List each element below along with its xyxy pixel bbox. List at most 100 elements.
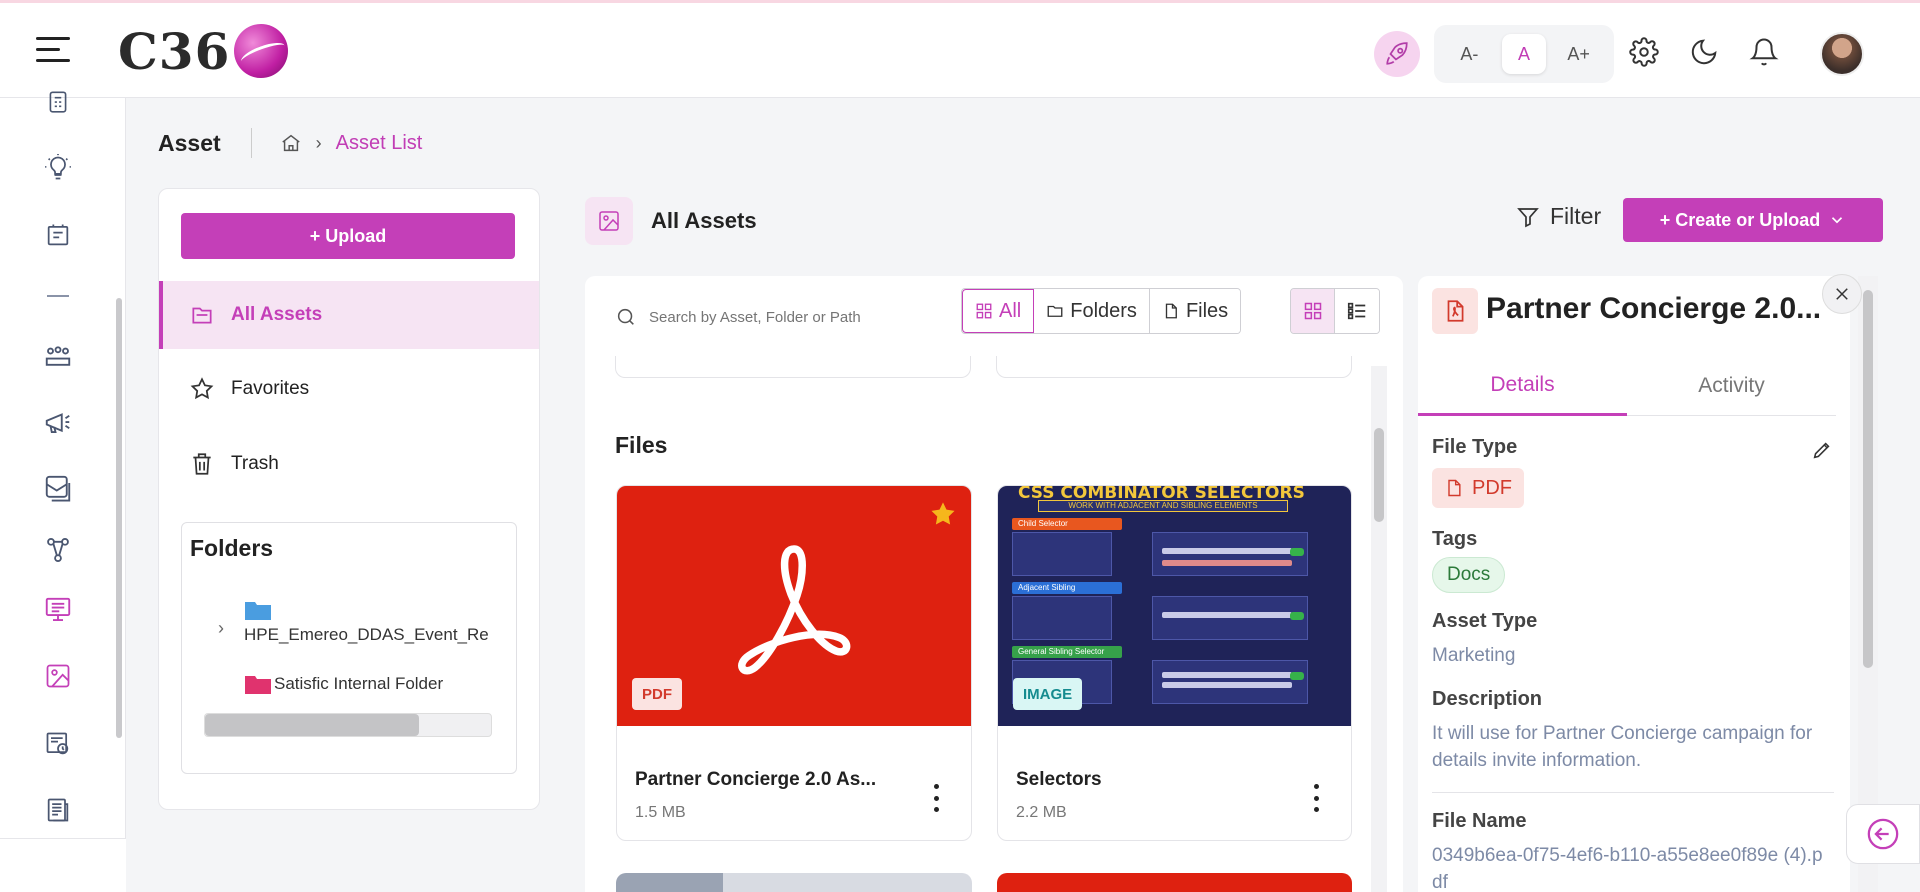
- filter-all-label: All: [999, 299, 1022, 322]
- menu-toggle-icon[interactable]: [36, 37, 70, 67]
- file-name-label: File Name: [1432, 810, 1527, 832]
- section-title: All Assets: [651, 208, 757, 233]
- file-card-pdf[interactable]: PDF Partner Concierge 2.0 As... 1.5 MB: [616, 485, 972, 841]
- thumbnail-row-label: Adjacent Sibling: [1012, 582, 1122, 594]
- page-title: Asset: [158, 129, 221, 156]
- nav-favorites[interactable]: Favorites: [159, 355, 539, 423]
- thumbnail-row: Child Selector: [1012, 518, 1308, 580]
- bell-icon[interactable]: [1748, 36, 1780, 68]
- favorite-star-icon[interactable]: [929, 500, 957, 533]
- sidebar-item-network[interactable]: [40, 532, 76, 568]
- nav-all-assets[interactable]: All Assets: [159, 281, 539, 349]
- breadcrumb: Asset › Asset List: [158, 126, 422, 160]
- filter-files-tab[interactable]: Files: [1149, 289, 1241, 333]
- font-size-controls: A- A A+: [1434, 25, 1614, 83]
- edit-pencil-icon[interactable]: [1808, 436, 1836, 464]
- trash-icon: [193, 453, 211, 475]
- grid-view-icon: [1304, 302, 1321, 320]
- file-name: Partner Concierge 2.0 As...: [635, 769, 877, 790]
- tab-details[interactable]: Details: [1418, 356, 1627, 416]
- font-increase-button[interactable]: A+: [1557, 34, 1601, 74]
- sidebar-item-presentations[interactable]: [40, 592, 76, 628]
- sidebar-item-announcements[interactable]: [40, 404, 76, 440]
- filter-folders-tab[interactable]: Folders: [1034, 289, 1150, 333]
- tab-activity[interactable]: Activity: [1627, 356, 1836, 416]
- sidebar-item-campaigns[interactable]: [40, 217, 76, 253]
- view-toggle: [1290, 288, 1380, 334]
- create-or-upload-button[interactable]: + Create or Upload: [1623, 198, 1883, 242]
- nav-trash-label: Trash: [231, 453, 279, 474]
- file-menu-icon[interactable]: [1311, 784, 1321, 812]
- folder-item[interactable]: Satisfic Internal Folder: [244, 673, 443, 695]
- font-default-button[interactable]: A: [1501, 34, 1546, 74]
- home-icon[interactable]: [280, 132, 302, 154]
- moon-icon[interactable]: [1688, 36, 1720, 68]
- logo[interactable]: C36: [118, 21, 289, 81]
- search-icon: [617, 308, 634, 325]
- folders-horizontal-scrollbar[interactable]: [204, 713, 492, 737]
- description-value: It will use for Partner Concierge campai…: [1432, 723, 1813, 771]
- list-view-button[interactable]: [1335, 289, 1379, 333]
- sidebar-item-documents[interactable]: [40, 792, 76, 828]
- sidebar-item-divider: [40, 278, 76, 314]
- filter-label: Filter: [1550, 203, 1602, 229]
- chevron-right-icon: ›: [315, 132, 322, 153]
- file-card-partial[interactable]: [997, 873, 1352, 892]
- upload-button[interactable]: + Upload: [181, 213, 515, 259]
- gear-icon[interactable]: [1628, 36, 1660, 68]
- thumbnail-row-label: Child Selector: [1012, 518, 1122, 530]
- tag-chip[interactable]: Docs: [1432, 557, 1506, 593]
- sidebar-item-ideas[interactable]: [40, 150, 76, 186]
- folder-name: HPE_Emereo_DDAS_Event_Re: [244, 625, 489, 644]
- file-card-image[interactable]: CSS COMBINATOR SELECTORS WORK WITH ADJAC…: [997, 485, 1352, 841]
- chevron-down-icon: [1832, 217, 1843, 224]
- tags-label: Tags: [1432, 528, 1478, 550]
- chevron-right-icon[interactable]: ›: [218, 618, 224, 639]
- thumbnail-row-label: General Sibling Selector: [1012, 646, 1122, 658]
- star-icon: [190, 377, 214, 400]
- file-card-partial[interactable]: [616, 873, 972, 892]
- folder-item[interactable]: HPE_Emereo_DDAS_Event_Re: [244, 599, 489, 645]
- filter-folders-label: Folders: [1070, 299, 1137, 322]
- sidebar-item-team[interactable]: [40, 338, 76, 374]
- folder-icon: [1047, 305, 1063, 317]
- file-type-badge: PDF: [632, 678, 682, 710]
- search-box: [615, 298, 915, 336]
- sidebar-item-reports[interactable]: [40, 726, 76, 762]
- description-label: Description: [1432, 688, 1543, 710]
- collapse-panel-button[interactable]: [1846, 804, 1920, 864]
- logo-text: C36: [118, 21, 231, 81]
- filter-button[interactable]: Filter: [1516, 203, 1601, 230]
- grid-scrollbar[interactable]: [1371, 366, 1387, 892]
- pdf-small-icon: [1448, 479, 1461, 497]
- asset-type-filter: All Folders Files: [961, 288, 1242, 334]
- image-thumbnail: CSS COMBINATOR SELECTORS WORK WITH ADJAC…: [998, 486, 1351, 726]
- rocket-icon[interactable]: [1374, 31, 1420, 77]
- files-heading: Files: [615, 432, 668, 458]
- folders-title: Folders: [190, 535, 274, 561]
- folder-icon: [192, 307, 212, 324]
- breadcrumb-current[interactable]: Asset List: [336, 132, 423, 155]
- search-input[interactable]: [649, 308, 909, 326]
- grid-view-button[interactable]: [1291, 289, 1335, 333]
- filter-all-tab[interactable]: All: [962, 289, 1035, 333]
- details-scrollbar[interactable]: [1858, 276, 1878, 892]
- nav-trash[interactable]: Trash: [159, 430, 539, 498]
- create-label: + Create or Upload: [1659, 209, 1821, 230]
- close-icon[interactable]: [1822, 274, 1862, 314]
- sidebar-item-calculator[interactable]: [40, 84, 76, 120]
- file-menu-icon[interactable]: [931, 784, 941, 812]
- folder-card[interactable]: [615, 356, 971, 378]
- nav-all-assets-label: All Assets: [231, 304, 323, 325]
- avatar[interactable]: [1820, 32, 1864, 76]
- file-icon: [1165, 303, 1177, 319]
- sidebar-item-assets[interactable]: [40, 658, 76, 694]
- breadcrumb-divider: [250, 128, 252, 158]
- font-decrease-button[interactable]: A-: [1447, 34, 1491, 74]
- list-view-icon: [1347, 302, 1366, 320]
- folder-card[interactable]: [996, 356, 1352, 378]
- sidebar-footer: [0, 838, 126, 892]
- sidebar-item-email[interactable]: [40, 470, 76, 506]
- file-size: 2.2 MB: [1016, 804, 1067, 821]
- sidebar-scrollbar[interactable]: [116, 298, 122, 738]
